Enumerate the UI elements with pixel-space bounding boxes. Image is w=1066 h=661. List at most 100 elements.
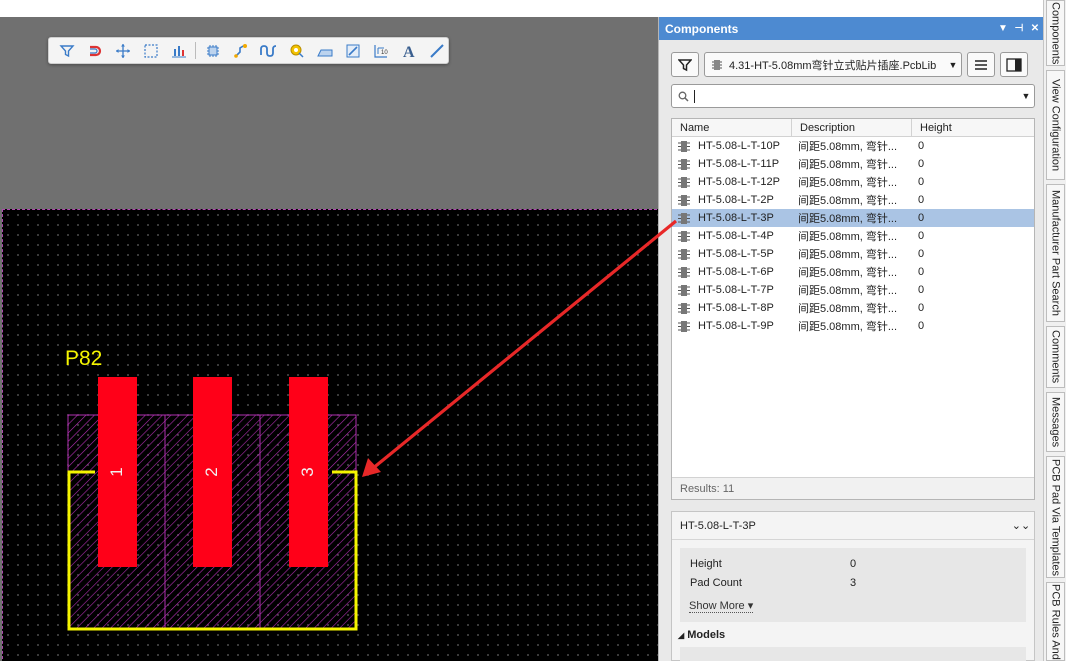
menu-button[interactable] (967, 52, 995, 77)
table-row[interactable]: HT-5.08-L-T-2P 间距5.08mm, 弯针... 0 (672, 191, 1034, 209)
tab-components[interactable]: Components (1046, 0, 1065, 66)
component-icon[interactable] (201, 40, 224, 61)
dimension-icon[interactable]: 10 (369, 40, 392, 61)
filter-button[interactable] (671, 52, 699, 77)
text-caret (694, 89, 695, 103)
cell-height: 0 (918, 302, 925, 314)
cell-height: 0 (918, 230, 925, 242)
cell-name-text: HT-5.08-L-T-7P (698, 284, 774, 296)
footprint-chip-icon (678, 194, 690, 206)
designator-label[interactable]: P82 (65, 347, 102, 370)
select-rect-icon[interactable] (139, 40, 162, 61)
cell-name-text: HT-5.08-L-T-3P (698, 212, 774, 224)
cell-description: 间距5.08mm, 弯针... (798, 195, 898, 207)
table-body: HT-5.08-L-T-10P 间距5.08mm, 弯针... 0 HT-5.08-L… (672, 137, 1034, 335)
pad-2[interactable]: 2 (193, 377, 232, 567)
pad-3[interactable]: 3 (289, 377, 328, 567)
text-icon[interactable]: A (397, 40, 420, 61)
tab-view-configuration[interactable]: View Configuration (1046, 70, 1065, 180)
preview-toggle-button[interactable] (1000, 52, 1028, 77)
pad-icon[interactable] (285, 40, 308, 61)
search-icon (678, 91, 689, 102)
property-row: Pad Count 3 (690, 577, 856, 593)
tab-label: PCB Rules And (1049, 583, 1062, 660)
library-chip-icon (712, 59, 722, 70)
snap-magnet-icon[interactable] (83, 40, 106, 61)
models-section-header[interactable]: ◢ Models (678, 629, 725, 641)
cell-height: 0 (918, 158, 925, 170)
table-row[interactable]: HT-5.08-L-T-7P 间距5.08mm, 弯针... 0 (672, 281, 1034, 299)
table-row[interactable]: HT-5.08-L-T-12P 间距5.08mm, 弯针... 0 (672, 173, 1034, 191)
footprint-chip-icon (678, 158, 690, 170)
tab-label: View Configuration (1049, 78, 1062, 172)
tab-manufacturer-part-search[interactable]: Manufacturer Part Search (1046, 184, 1065, 322)
filter-icon[interactable] (55, 40, 78, 61)
cell-height: 0 (918, 140, 925, 152)
table-row[interactable]: HT-5.08-L-T-5P 间距5.08mm, 弯针... 0 (672, 245, 1034, 263)
cell-name: HT-5.08-L-T-8P (672, 302, 792, 314)
align-bars-icon[interactable] (167, 40, 190, 61)
cell-name-text: HT-5.08-L-T-12P (698, 176, 780, 188)
models-box (680, 647, 1026, 661)
panel-pin-icon[interactable]: ⊣ (1011, 23, 1027, 34)
table-row[interactable]: HT-5.08-L-T-3P 间距5.08mm, 弯针... 0 (672, 209, 1034, 227)
cell-name: HT-5.08-L-T-4P (672, 230, 792, 242)
interactive-route-icon[interactable] (257, 40, 280, 61)
components-panel: Components ▼ ⊣ ✕ 4.31-HT-5.08mm弯针立式贴片插座.… (658, 17, 1043, 661)
search-field[interactable]: ▼ (671, 84, 1035, 108)
details-header[interactable]: HT-5.08-L-T-3P ⌄⌄ (672, 512, 1034, 540)
cell-name: HT-5.08-L-T-7P (672, 284, 792, 296)
cell-description: 间距5.08mm, 弯针... (798, 231, 898, 243)
split-view-icon (1006, 57, 1022, 72)
table-row[interactable]: HT-5.08-L-T-8P 间距5.08mm, 弯针... 0 (672, 299, 1034, 317)
tab-pcb-pad-via-templates[interactable]: PCB Pad Via Templates (1046, 456, 1065, 578)
footprint-chip-icon (678, 176, 690, 188)
table-row[interactable]: HT-5.08-L-T-9P 间距5.08mm, 弯针... 0 (672, 317, 1034, 335)
cell-height: 0 (918, 212, 925, 224)
cell-name: HT-5.08-L-T-11P (672, 158, 792, 170)
cell-name: HT-5.08-L-T-2P (672, 194, 792, 206)
library-select[interactable]: 4.31-HT-5.08mm弯针立式贴片插座.PcbLib ▼ (704, 52, 962, 77)
table-row[interactable]: HT-5.08-L-T-10P 间距5.08mm, 弯针... 0 (672, 137, 1034, 155)
double-chevron-down-icon[interactable]: ⌄⌄ (1008, 519, 1034, 532)
cell-name: HT-5.08-L-T-10P (672, 140, 792, 152)
footprint-chip-icon (678, 248, 690, 260)
table-row[interactable]: HT-5.08-L-T-4P 间距5.08mm, 弯针... 0 (672, 227, 1034, 245)
pcb-editor-canvas[interactable]: 10 A 1 2 3 P82 (0, 17, 658, 661)
panel-title: Components (665, 21, 739, 36)
panel-menu-icon[interactable]: ▼ (995, 23, 1011, 34)
table-row[interactable]: HT-5.08-L-T-6P 间距5.08mm, 弯针... 0 (672, 263, 1034, 281)
property-row: Height 0 (690, 558, 856, 574)
components-table: Name Description Height HT-5.08-L-T-10P 间… (671, 118, 1035, 500)
cell-description: 间距5.08mm, 弯针... (798, 213, 898, 225)
chevron-down-icon: ▼ (948, 59, 958, 70)
cell-description: 间距5.08mm, 弯针... (798, 249, 898, 261)
route-track-icon[interactable] (229, 40, 252, 61)
svg-text:10: 10 (381, 50, 388, 56)
show-more-link[interactable]: Show More ▾ (689, 599, 754, 613)
cell-description: 间距5.08mm, 弯针... (798, 141, 898, 153)
column-header-description[interactable]: Description (792, 119, 912, 136)
fill-region-icon[interactable] (313, 40, 336, 61)
active-bar-toolbar: 10 A (48, 37, 449, 64)
models-label: Models (687, 629, 726, 641)
column-header-height[interactable]: Height (912, 119, 1034, 136)
component-details: HT-5.08-L-T-3P ⌄⌄ Height 0 Pad Count 3 S… (671, 511, 1035, 661)
results-count: Results: 11 (672, 477, 1034, 499)
triangle-collapse-icon: ◢ (678, 631, 685, 640)
cell-height: 0 (918, 284, 925, 296)
line-icon[interactable] (425, 40, 448, 61)
tab-label: Comments (1049, 330, 1062, 384)
polygon-pour-icon[interactable] (341, 40, 364, 61)
properties-box: Height 0 Pad Count 3 Show More ▾ (680, 548, 1026, 622)
pad-1[interactable]: 1 (98, 377, 137, 567)
column-header-name[interactable]: Name (672, 119, 792, 136)
tab-comments[interactable]: Comments (1046, 326, 1065, 388)
panel-close-icon[interactable]: ✕ (1027, 23, 1043, 34)
table-row[interactable]: HT-5.08-L-T-11P 间距5.08mm, 弯针... 0 (672, 155, 1034, 173)
cell-name-text: HT-5.08-L-T-9P (698, 320, 774, 332)
move-cross-icon[interactable] (111, 40, 134, 61)
tab-pcb-rules-and[interactable]: PCB Rules And (1046, 582, 1065, 661)
tab-messages[interactable]: Messages (1046, 392, 1065, 452)
chevron-down-icon[interactable]: ▼ (1018, 91, 1034, 101)
